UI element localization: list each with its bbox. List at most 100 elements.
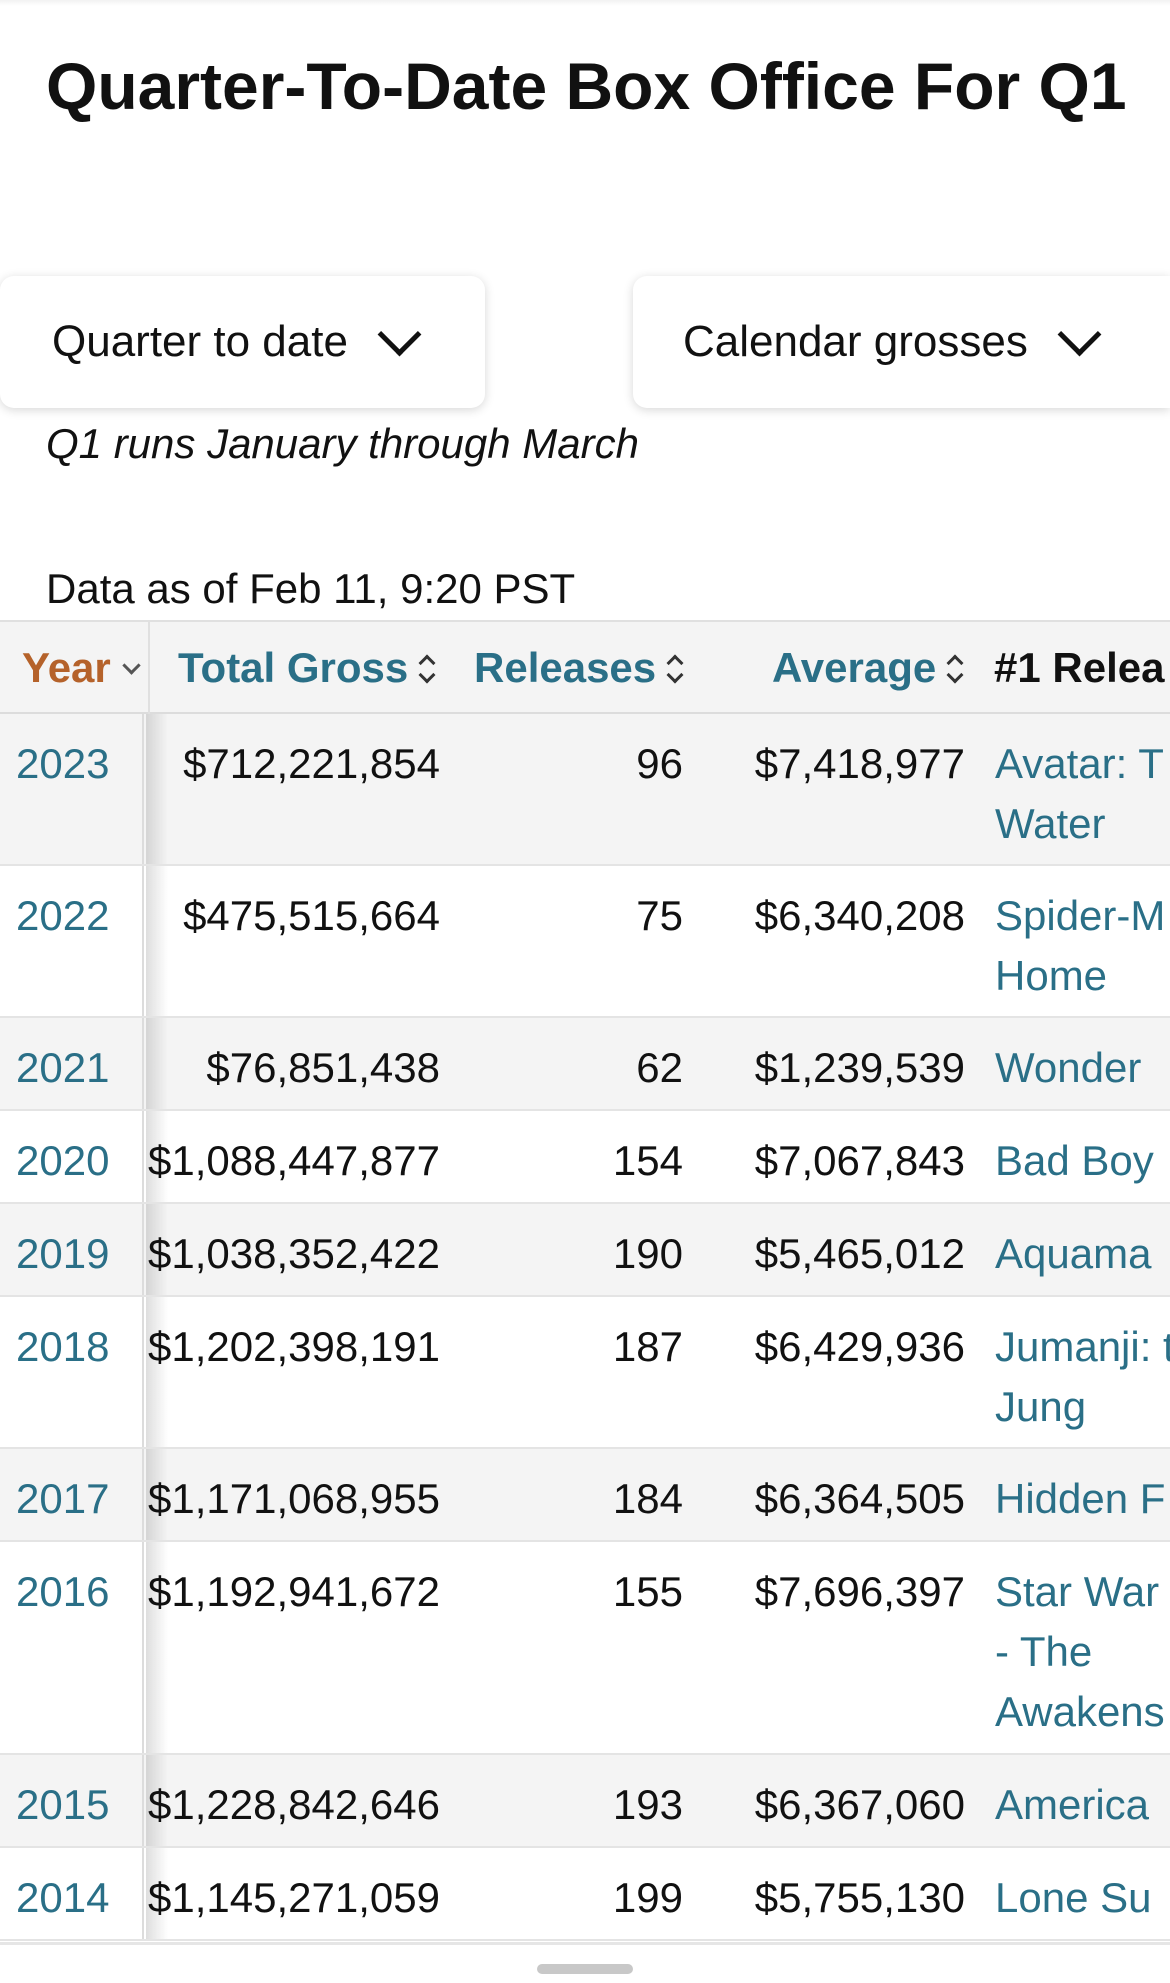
- data-timestamp: Data as of Feb 11, 9:20 PST: [46, 565, 575, 613]
- top-release-link[interactable]: Bad Boy: [995, 1131, 1170, 1191]
- table-row: 2016 $1,192,941,672 155 $7,696,397 Star …: [0, 1542, 1170, 1755]
- year-link[interactable]: 2022: [0, 866, 144, 1016]
- average-cell: $7,696,397: [755, 1562, 965, 1622]
- period-dropdown[interactable]: Quarter to date: [0, 276, 485, 408]
- quarter-note: Q1 runs January through March: [46, 420, 639, 468]
- releases-cell: 190: [613, 1224, 683, 1284]
- top-release-link[interactable]: Jumanji: the Jung: [995, 1317, 1170, 1437]
- table-row: 2022 $475,515,664 75 $6,340,208 Spider-M…: [0, 866, 1170, 1018]
- top-release-link[interactable]: Star War VII - The Awakens: [995, 1562, 1170, 1742]
- total-gross-cell: $1,228,842,646: [148, 1775, 440, 1835]
- average-cell: $6,367,060: [755, 1775, 965, 1835]
- year-link[interactable]: 2016: [0, 1542, 144, 1753]
- releases-cell: 193: [613, 1775, 683, 1835]
- table-row: 2019 $1,038,352,422 190 $5,465,012 Aquam…: [0, 1204, 1170, 1297]
- year-link[interactable]: 2017: [0, 1449, 144, 1540]
- year-link[interactable]: 2014: [0, 1848, 144, 1939]
- column-header-total-gross[interactable]: Total Gross: [178, 644, 434, 692]
- sort-descending-icon: [122, 656, 140, 674]
- sort-icon: [948, 651, 962, 685]
- average-cell: $7,067,843: [755, 1131, 965, 1191]
- top-release-link[interactable]: Lone Su: [995, 1868, 1170, 1928]
- releases-cell: 199: [613, 1868, 683, 1928]
- releases-cell: 184: [613, 1469, 683, 1529]
- sort-icon: [668, 651, 682, 685]
- top-release-link[interactable]: Spider-M Home: [995, 886, 1170, 1006]
- table-row: 2021 $76,851,438 62 $1,239,539 Wonder: [0, 1018, 1170, 1111]
- total-gross-cell: $1,171,068,955: [148, 1469, 440, 1529]
- sticky-column-shadow: [146, 1111, 168, 1202]
- column-header-label: Year: [22, 644, 111, 691]
- average-cell: $5,465,012: [755, 1224, 965, 1284]
- table-row: 2018 $1,202,398,191 187 $6,429,936 Juman…: [0, 1297, 1170, 1449]
- home-indicator[interactable]: [537, 1964, 633, 1974]
- top-release-link[interactable]: Hidden F: [995, 1469, 1170, 1529]
- year-link[interactable]: 2015: [0, 1755, 144, 1846]
- year-link[interactable]: 2023: [0, 714, 144, 864]
- column-header-label: #1 Relea: [994, 644, 1164, 691]
- sticky-column-shadow: [146, 1018, 168, 1109]
- top-release-link[interactable]: America: [995, 1775, 1170, 1835]
- releases-cell: 62: [636, 1038, 683, 1098]
- releases-cell: 96: [636, 734, 683, 794]
- table-header: Year Total Gross Releases Average #1 Rel…: [0, 620, 1170, 714]
- total-gross-cell: $1,038,352,422: [148, 1224, 440, 1284]
- year-link[interactable]: 2018: [0, 1297, 144, 1447]
- average-cell: $6,429,936: [755, 1317, 965, 1377]
- sticky-column-shadow: [146, 1848, 168, 1939]
- column-header-average[interactable]: Average: [772, 644, 962, 692]
- table-bottom-border: [0, 1942, 1170, 1945]
- total-gross-cell: $1,192,941,672: [148, 1562, 440, 1622]
- year-link[interactable]: 2020: [0, 1111, 144, 1202]
- column-header-label: Average: [772, 644, 936, 691]
- sticky-column-shadow: [146, 866, 168, 1016]
- sort-icon: [420, 651, 434, 685]
- column-header-label: Total Gross: [178, 644, 408, 691]
- column-divider: [148, 622, 150, 716]
- gross-type-dropdown-label: Calendar grosses: [683, 317, 1028, 367]
- table-row: 2020 $1,088,447,877 154 $7,067,843 Bad B…: [0, 1111, 1170, 1204]
- column-header-releases[interactable]: Releases: [474, 644, 682, 692]
- sticky-column-shadow: [146, 1449, 168, 1540]
- sticky-column-shadow: [146, 714, 168, 864]
- releases-cell: 187: [613, 1317, 683, 1377]
- column-header-top-release[interactable]: #1 Relea: [994, 644, 1164, 692]
- average-cell: $7,418,977: [755, 734, 965, 794]
- year-link[interactable]: 2019: [0, 1204, 144, 1295]
- total-gross-cell: $1,088,447,877: [148, 1131, 440, 1191]
- chevron-down-icon: [1057, 312, 1101, 356]
- box-office-table[interactable]: Year Total Gross Releases Average #1 Rel…: [0, 620, 1170, 1950]
- total-gross-cell: $712,221,854: [183, 734, 440, 794]
- total-gross-cell: $1,145,271,059: [148, 1868, 440, 1928]
- total-gross-cell: $475,515,664: [183, 886, 440, 946]
- top-release-link[interactable]: Wonder: [995, 1038, 1170, 1098]
- total-gross-cell: $76,851,438: [206, 1038, 440, 1098]
- table-row: 2023 $712,221,854 96 $7,418,977 Avatar: …: [0, 714, 1170, 866]
- table-row: 2014 $1,145,271,059 199 $5,755,130 Lone …: [0, 1848, 1170, 1941]
- sticky-column-shadow: [146, 1542, 168, 1753]
- period-dropdown-label: Quarter to date: [52, 317, 348, 367]
- table-row: 2015 $1,228,842,646 193 $6,367,060 Ameri…: [0, 1755, 1170, 1848]
- column-header-label: Releases: [474, 644, 656, 691]
- releases-cell: 155: [613, 1562, 683, 1622]
- average-cell: $1,239,539: [755, 1038, 965, 1098]
- table-body: 2023 $712,221,854 96 $7,418,977 Avatar: …: [0, 714, 1170, 1941]
- gross-type-dropdown[interactable]: Calendar grosses: [633, 276, 1170, 408]
- top-release-link[interactable]: Aquama: [995, 1224, 1170, 1284]
- year-link[interactable]: 2021: [0, 1018, 144, 1109]
- page-title: Quarter-To-Date Box Office For Q1: [46, 40, 1136, 132]
- chevron-down-icon: [378, 312, 422, 356]
- average-cell: $6,364,505: [755, 1469, 965, 1529]
- releases-cell: 154: [613, 1131, 683, 1191]
- column-header-year[interactable]: Year: [22, 644, 138, 692]
- sticky-column-shadow: [146, 1755, 168, 1846]
- top-edge-shadow: [0, 0, 1170, 6]
- sticky-column-shadow: [146, 1297, 168, 1447]
- average-cell: $5,755,130: [755, 1868, 965, 1928]
- top-release-link[interactable]: Avatar: T Water: [995, 734, 1170, 854]
- average-cell: $6,340,208: [755, 886, 965, 946]
- sticky-column-shadow: [146, 1204, 168, 1295]
- table-row: 2017 $1,171,068,955 184 $6,364,505 Hidde…: [0, 1449, 1170, 1542]
- releases-cell: 75: [636, 886, 683, 946]
- total-gross-cell: $1,202,398,191: [148, 1317, 440, 1377]
